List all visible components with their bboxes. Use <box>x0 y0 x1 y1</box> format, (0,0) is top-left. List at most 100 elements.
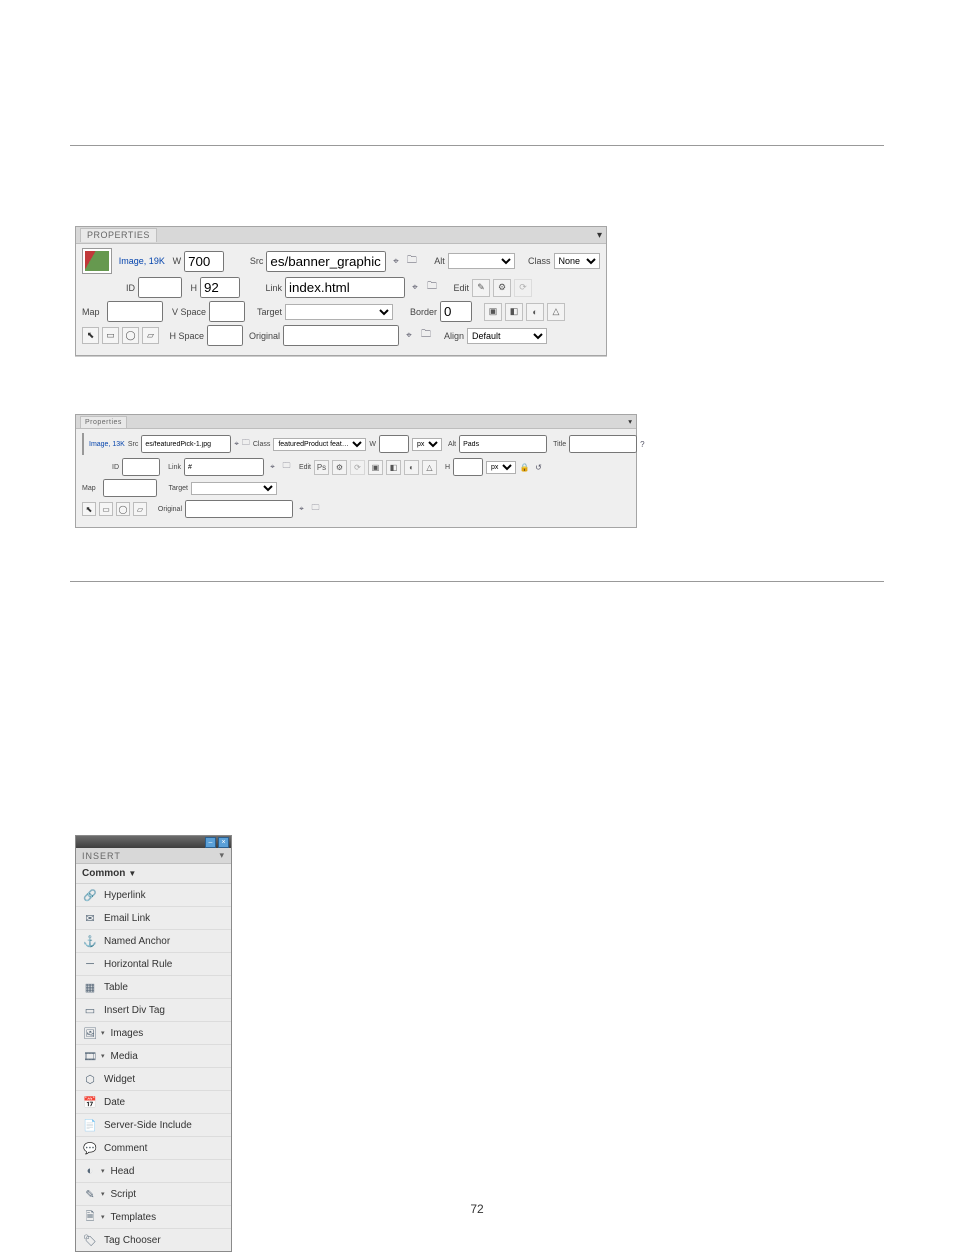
vspace-input[interactable] <box>209 301 245 322</box>
insert-item[interactable]: 📅Date <box>76 1091 231 1114</box>
src-label: Src <box>247 256 264 266</box>
insert-item[interactable]: 🏷Tag Chooser <box>76 1229 231 1251</box>
oval-hotspot-icon[interactable] <box>116 502 130 516</box>
target-select[interactable] <box>285 304 393 320</box>
height-input[interactable] <box>453 458 483 476</box>
image-thumbnail[interactable] <box>82 248 112 274</box>
point-to-file-icon[interactable]: ⌖ <box>296 504 307 515</box>
point-to-file-icon[interactable]: ⌖ <box>408 281 422 295</box>
sharpen-icon[interactable]: △ <box>422 460 437 475</box>
point-to-file-icon[interactable]: ⌖ <box>234 439 239 450</box>
height-input[interactable] <box>200 277 240 298</box>
insert-item[interactable]: 🔗Hyperlink <box>76 884 231 907</box>
reset-size-icon[interactable]: ↺ <box>533 462 544 473</box>
insert-item-label: Table <box>104 982 128 993</box>
width-input[interactable] <box>184 251 224 272</box>
height-unit-select[interactable]: px <box>486 461 516 474</box>
panel-close-icon[interactable]: × <box>218 837 229 848</box>
width-input[interactable] <box>379 435 409 453</box>
edit-external-icon[interactable]: ✎ <box>472 279 490 297</box>
insert-item[interactable]: ◐▾Head <box>76 1160 231 1183</box>
alt-input[interactable] <box>459 435 547 453</box>
panel-menu-icon[interactable]: ▾ <box>219 850 225 861</box>
insert-item[interactable]: ⚓Named Anchor <box>76 930 231 953</box>
id-input[interactable] <box>122 458 160 476</box>
border-input[interactable] <box>440 301 472 322</box>
help-icon[interactable]: ? <box>640 439 644 450</box>
resample-icon[interactable]: ◧ <box>505 303 523 321</box>
browse-folder-icon[interactable]: 🗀 <box>310 504 321 515</box>
hspace-input[interactable] <box>207 325 243 346</box>
point-to-file-icon[interactable]: ⌖ <box>267 462 278 473</box>
insert-item[interactable]: 🖼▾Images <box>76 1022 231 1045</box>
properties-tab[interactable]: PROPERTIES <box>80 228 157 242</box>
insert-tab-label: INSERT <box>82 851 121 861</box>
properties-header: Properties ▾ <box>76 415 636 429</box>
original-input[interactable] <box>185 500 293 518</box>
align-select[interactable]: Default <box>467 328 547 344</box>
src-input[interactable] <box>266 251 386 272</box>
id-input[interactable] <box>138 277 182 298</box>
edit-disabled-icon: ⟳ <box>514 279 532 297</box>
original-label: Original <box>246 331 280 341</box>
poly-hotspot-icon[interactable] <box>133 502 147 516</box>
insert-item-label: Widget <box>104 1074 135 1085</box>
insert-tab[interactable]: INSERT ▾ <box>76 848 231 864</box>
insert-item-label: Comment <box>104 1143 147 1154</box>
insert-item[interactable]: 🎞▾Media <box>76 1045 231 1068</box>
insert-item[interactable]: ✉Email Link <box>76 907 231 930</box>
insert-item[interactable]: ─Horizontal Rule <box>76 953 231 976</box>
browse-folder-icon[interactable]: 🗀 <box>242 439 250 450</box>
class-select[interactable]: None <box>554 253 600 269</box>
rect-hotspot-icon[interactable] <box>99 502 113 516</box>
edit-update-icon[interactable]: ⟳ <box>350 460 365 475</box>
submenu-caret-icon: ▾ <box>101 1167 105 1175</box>
edit-settings-icon[interactable]: ⚙ <box>332 460 347 475</box>
edit-settings-icon[interactable]: ⚙ <box>493 279 511 297</box>
browse-folder-icon[interactable]: 🗀 <box>425 281 439 295</box>
rect-hotspot-icon[interactable] <box>102 327 119 344</box>
link-input[interactable] <box>184 458 264 476</box>
title-input[interactable] <box>569 435 637 453</box>
point-to-file-icon[interactable]: ⌖ <box>402 329 416 343</box>
point-to-file-icon[interactable]: ⌖ <box>389 254 402 268</box>
width-label: W <box>170 256 181 266</box>
properties-body: Image, 13K Src ⌖ 🗀 Class featuredProduct… <box>76 429 636 527</box>
panel-collapse-icon[interactable]: – <box>205 837 216 848</box>
edit-ps-icon[interactable]: Ps <box>314 460 329 475</box>
link-input[interactable] <box>285 277 405 298</box>
original-input[interactable] <box>283 325 399 346</box>
pointer-tool-icon[interactable] <box>82 327 99 344</box>
width-unit-select[interactable]: px <box>412 438 442 451</box>
insert-category[interactable]: Common▼ <box>76 864 231 884</box>
crop-icon[interactable]: ▣ <box>368 460 383 475</box>
browse-folder-icon[interactable]: 🗀 <box>419 329 433 343</box>
lock-aspect-icon[interactable]: 🔒 <box>519 462 530 473</box>
pointer-tool-icon[interactable] <box>82 502 96 516</box>
resample-icon[interactable]: ◧ <box>386 460 401 475</box>
brightness-icon[interactable]: ◐ <box>526 303 544 321</box>
map-input[interactable] <box>107 301 163 322</box>
sharpen-icon[interactable]: △ <box>547 303 565 321</box>
src-input[interactable] <box>141 435 231 453</box>
insert-item[interactable]: 💬Comment <box>76 1137 231 1160</box>
panel-menu-icon[interactable]: ▾ <box>628 417 632 426</box>
alt-select[interactable] <box>448 253 515 269</box>
brightness-icon[interactable]: ◐ <box>404 460 419 475</box>
browse-folder-icon[interactable]: 🗀 <box>281 462 292 473</box>
insert-item[interactable]: ⬡Widget <box>76 1068 231 1091</box>
poly-hotspot-icon[interactable] <box>142 327 159 344</box>
properties-tab[interactable]: Properties <box>80 416 127 428</box>
insert-item[interactable]: ▦Table <box>76 976 231 999</box>
browse-folder-icon[interactable]: 🗀 <box>405 254 418 268</box>
oval-hotspot-icon[interactable] <box>122 327 139 344</box>
target-select[interactable] <box>191 482 277 495</box>
image-size-label: Image, 19K <box>119 256 165 266</box>
image-thumbnail[interactable] <box>82 433 84 455</box>
class-select[interactable]: featuredProduct feat… <box>273 438 366 451</box>
insert-item[interactable]: 📄Server-Side Include <box>76 1114 231 1137</box>
map-input[interactable] <box>103 479 157 497</box>
panel-menu-icon[interactable]: ▾ <box>597 230 602 241</box>
crop-icon[interactable]: ▣ <box>484 303 502 321</box>
insert-item[interactable]: ▭Insert Div Tag <box>76 999 231 1022</box>
